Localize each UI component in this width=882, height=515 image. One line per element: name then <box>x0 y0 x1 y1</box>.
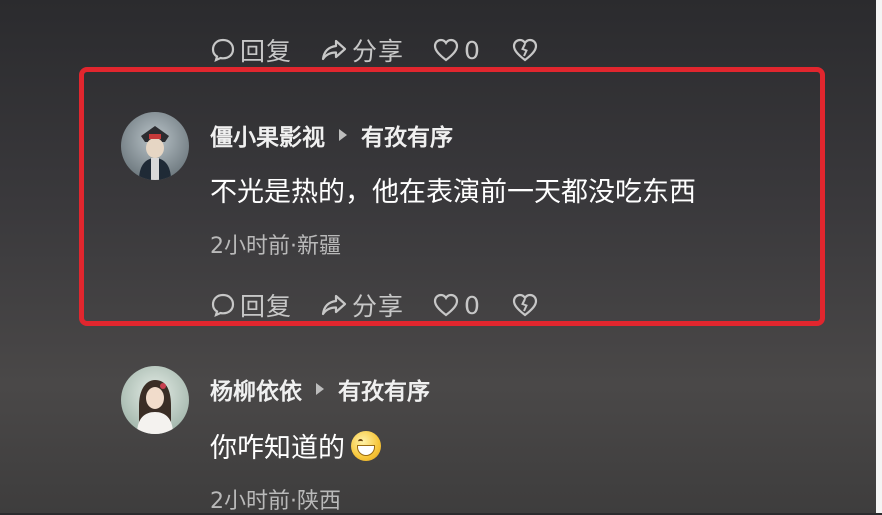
comment-text-body: 你咋知道的 <box>210 433 345 464</box>
comment-meta: 2小时前·陕西 <box>210 489 341 514</box>
comment-header: 杨柳依依 有孜有序 <box>210 372 430 406</box>
share-button[interactable]: 分享 <box>320 32 404 68</box>
share-label: 分享 <box>352 37 405 66</box>
reply-label: 回复 <box>240 37 293 66</box>
grinning-face-emoji-icon <box>351 431 381 461</box>
reply-button[interactable]: 回复 <box>210 287 292 323</box>
share-icon <box>321 39 347 61</box>
dislike-heart-icon <box>512 38 538 62</box>
like-button[interactable]: 0 <box>432 36 481 65</box>
share-label: 分享 <box>352 292 405 321</box>
reply-button[interactable]: 回复 <box>210 32 292 68</box>
frame-edge <box>876 0 882 513</box>
reply-target-username[interactable]: 有孜有序 <box>361 118 453 152</box>
like-count: 0 <box>464 290 481 320</box>
reply-target-username[interactable]: 有孜有序 <box>338 372 430 406</box>
dislike-button[interactable] <box>511 292 543 318</box>
comment-actions: 回复 分享 0 <box>210 287 571 323</box>
chevron-right-icon <box>316 383 324 395</box>
dislike-heart-icon <box>512 293 538 317</box>
comment-text: 不光是热的，他在表演前一天都没吃东西 <box>210 177 696 208</box>
comment-icon <box>211 293 235 317</box>
like-count: 0 <box>464 35 481 65</box>
like-button[interactable]: 0 <box>432 291 481 320</box>
username[interactable]: 僵小果影视 <box>210 118 325 152</box>
chevron-right-icon <box>339 129 347 141</box>
heart-icon <box>433 293 459 317</box>
share-button[interactable]: 分享 <box>320 287 404 323</box>
avatar[interactable] <box>121 112 189 180</box>
prev-comment-actions: 回复 分享 0 <box>210 32 571 68</box>
comment-header: 僵小果影视 有孜有序 <box>210 118 453 152</box>
reply-label: 回复 <box>240 292 293 321</box>
share-icon <box>321 294 347 316</box>
comment-text: 你咋知道的 <box>210 426 381 465</box>
avatar[interactable] <box>121 366 189 434</box>
heart-icon <box>433 38 459 62</box>
comment-meta: 2小时前·新疆 <box>210 234 341 259</box>
username[interactable]: 杨柳依依 <box>210 372 302 406</box>
dislike-button[interactable] <box>511 37 543 63</box>
comment-icon <box>211 38 235 62</box>
